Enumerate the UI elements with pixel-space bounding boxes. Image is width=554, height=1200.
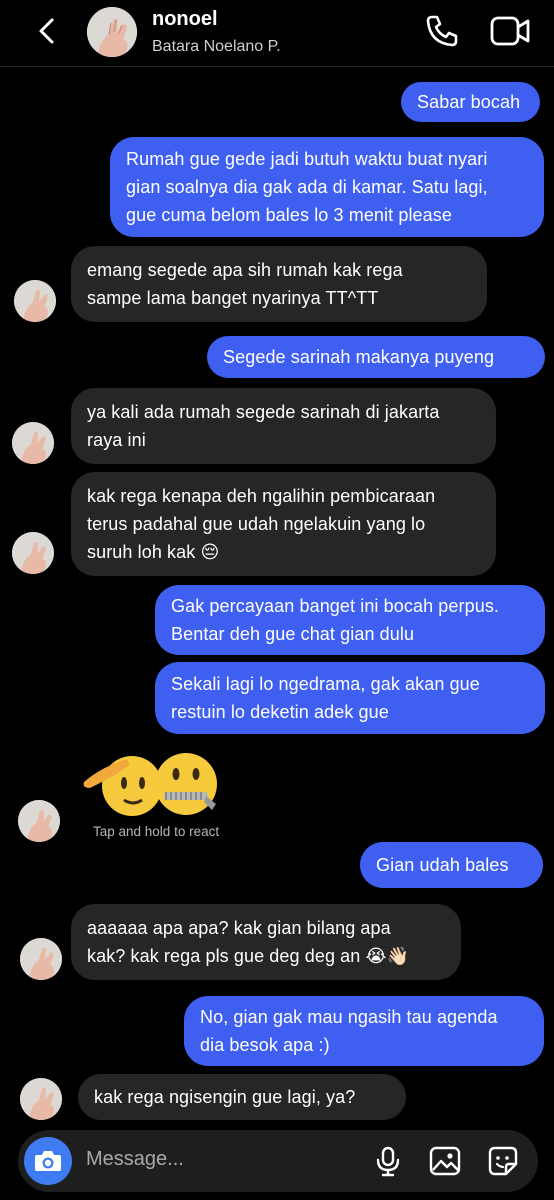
contact-avatar-small[interactable]: [20, 1078, 62, 1120]
microphone-icon[interactable]: [371, 1144, 405, 1178]
received-message[interactable]: kak rega ngisengin gue lagi, ya?: [78, 1074, 406, 1120]
camera-icon: [35, 1151, 61, 1171]
video-call-icon[interactable]: [490, 13, 530, 49]
contact-name[interactable]: nonoel: [152, 8, 218, 31]
message-composer: Message...: [18, 1130, 538, 1192]
contact-avatar-small[interactable]: [18, 800, 60, 842]
avatar-hand-icon: [14, 280, 56, 322]
sticker-icon[interactable]: [486, 1144, 520, 1178]
sent-message[interactable]: Sabar bocah: [401, 82, 540, 122]
received-message[interactable]: aaaaaa apa apa? kak gian bilang apa kak?…: [71, 904, 461, 980]
message-input[interactable]: Message...: [86, 1148, 184, 1171]
contact-avatar[interactable]: [87, 7, 137, 57]
avatar-hand-icon: [18, 800, 60, 842]
avatar-hand-icon: [20, 1078, 62, 1120]
back-icon[interactable]: [30, 14, 64, 48]
sent-message[interactable]: Rumah gue gede jadi butuh waktu buat nya…: [110, 137, 544, 237]
sent-message[interactable]: Segede sarinah makanya puyeng: [207, 336, 545, 378]
camera-button[interactable]: [24, 1137, 72, 1185]
sent-message[interactable]: Gian udah bales: [360, 842, 543, 888]
zipper-mouth-face-icon[interactable]: [150, 750, 230, 820]
contact-avatar-small[interactable]: [20, 938, 62, 980]
phone-icon[interactable]: [424, 13, 460, 49]
avatar-hand-icon: [12, 422, 54, 464]
react-hint: Tap and hold to react: [93, 824, 220, 839]
contact-fullname: Batara Noelano P.: [152, 38, 281, 55]
contact-avatar-small[interactable]: [12, 422, 54, 464]
avatar-hand-icon: [87, 7, 137, 57]
contact-avatar-small[interactable]: [14, 280, 56, 322]
avatar-hand-icon: [20, 938, 62, 980]
chat-header: nonoel Batara Noelano P.: [0, 0, 554, 67]
received-message[interactable]: emang segede apa sih rumah kak rega samp…: [71, 246, 487, 322]
received-message[interactable]: kak rega kenapa deh ngalihin pembicaraan…: [71, 472, 496, 576]
sent-message[interactable]: No, gian gak mau ngasih tau agenda dia b…: [184, 996, 544, 1066]
saluting-face-icon[interactable]: [80, 750, 160, 820]
avatar-hand-icon: [12, 532, 54, 574]
contact-avatar-small[interactable]: [12, 532, 54, 574]
sent-message[interactable]: Sekali lagi lo ngedrama, gak akan gue re…: [155, 662, 545, 734]
sent-message[interactable]: Gak percayaan banget ini bocah perpus. B…: [155, 585, 545, 655]
received-message[interactable]: ya kali ada rumah segede sarinah di jaka…: [71, 388, 496, 464]
gallery-icon[interactable]: [428, 1144, 462, 1178]
